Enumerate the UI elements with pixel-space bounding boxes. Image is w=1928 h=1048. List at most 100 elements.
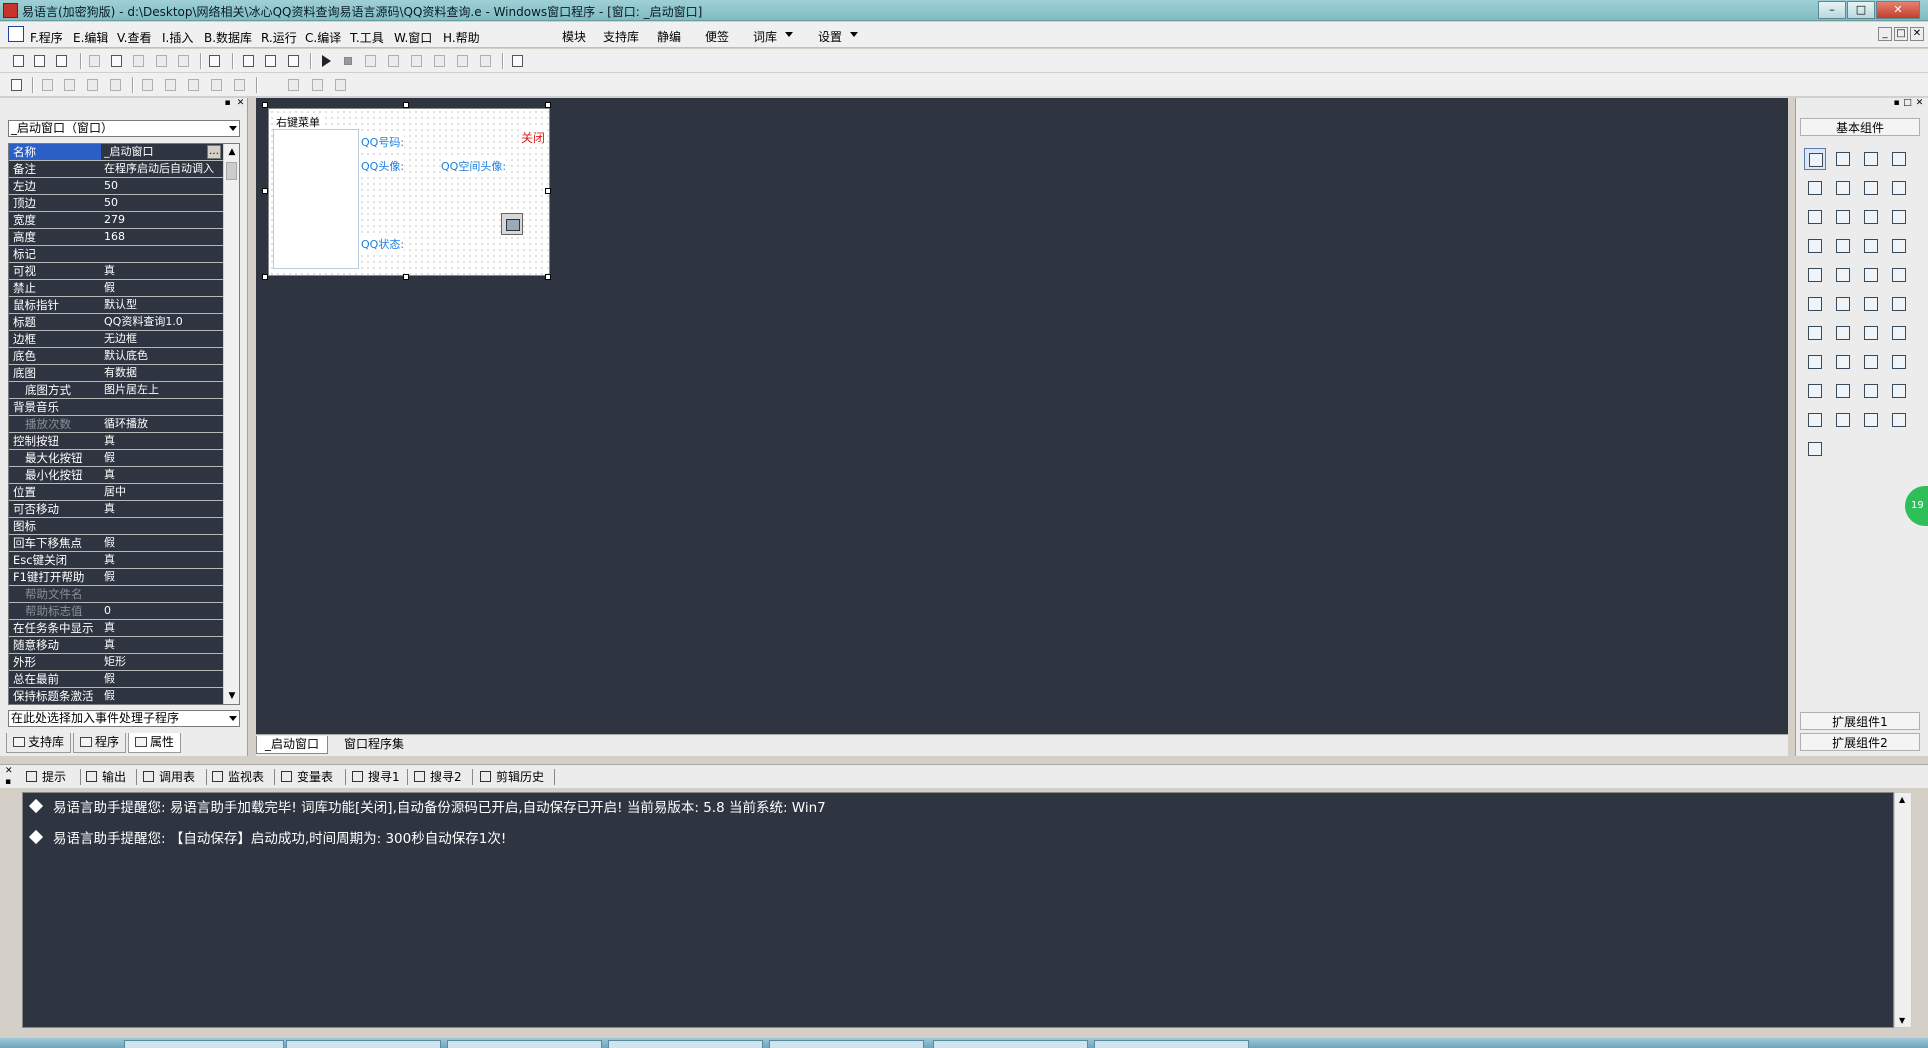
property-value[interactable]: 默认型 — [102, 297, 232, 313]
property-row[interactable]: 随意移动真 — [9, 637, 232, 654]
component-icon[interactable] — [1804, 351, 1826, 373]
qq-avatar-label[interactable]: QQ头像: — [361, 158, 405, 174]
property-value[interactable]: 有数据 — [102, 365, 232, 381]
qq-space-avatar-label[interactable]: QQ空间头像: — [441, 158, 507, 174]
property-row[interactable]: 备注 在程序启动后自动调入 — [9, 161, 232, 178]
space-vertical-icon[interactable] — [209, 77, 225, 93]
property-row[interactable]: 标记 — [9, 246, 232, 263]
stop-icon[interactable] — [340, 53, 356, 69]
tab-variables[interactable]: 变量表 — [281, 768, 333, 786]
resize-handle[interactable] — [262, 188, 268, 194]
property-scrollbar[interactable]: ▲ ▼ — [223, 144, 239, 704]
menu-support-lib[interactable]: 支持库 — [603, 28, 639, 45]
scroll-thumb[interactable] — [226, 162, 237, 180]
menu-notes[interactable]: 便签 — [705, 28, 729, 45]
menu-static-compile[interactable]: 静编 — [657, 28, 681, 45]
component-icon[interactable] — [1804, 409, 1826, 431]
qq-status-label[interactable]: QQ状态: — [361, 236, 405, 252]
toolbox-close-button[interactable]: ✕ — [1914, 99, 1925, 110]
component-icon[interactable] — [1832, 322, 1854, 344]
run-to-cursor-icon[interactable] — [432, 53, 448, 69]
component-icon[interactable] — [1888, 148, 1910, 170]
property-row[interactable]: 高度 168 — [9, 229, 232, 246]
breakpoint-icon[interactable] — [455, 53, 471, 69]
property-value[interactable]: 矩形 — [102, 654, 232, 670]
component-icon[interactable] — [1804, 380, 1826, 402]
assistant-badge[interactable]: 19 — [1905, 486, 1928, 526]
component-icon[interactable] — [1888, 206, 1910, 228]
property-value[interactable]: 无边框 — [102, 331, 232, 347]
property-value[interactable]: 居中 — [102, 484, 232, 500]
scroll-up-icon[interactable]: ▲ — [1899, 795, 1905, 804]
pointer-tool-icon[interactable] — [1804, 148, 1826, 170]
same-height-icon[interactable] — [310, 77, 326, 93]
property-value[interactable]: 50 — [102, 195, 232, 211]
image-box-icon[interactable] — [501, 213, 523, 235]
copy-icon[interactable] — [109, 53, 125, 69]
menu-listbox[interactable] — [273, 129, 359, 269]
save-icon[interactable] — [54, 53, 70, 69]
component-icon[interactable] — [1860, 409, 1882, 431]
tab-window-assembly[interactable]: 窗口程序集 — [336, 736, 412, 754]
resize-handle[interactable] — [262, 102, 268, 108]
step-over-icon[interactable] — [386, 53, 402, 69]
component-icon[interactable] — [1888, 177, 1910, 199]
layout-2-icon[interactable] — [263, 53, 279, 69]
align-bottom-icon[interactable] — [108, 77, 124, 93]
menu-insert[interactable]: I.插入 — [162, 29, 193, 46]
component-icon[interactable] — [1860, 206, 1882, 228]
tab-clipboard-history[interactable]: 剪辑历史 — [480, 768, 544, 786]
redo-icon[interactable] — [176, 53, 192, 69]
component-icon[interactable] — [1888, 351, 1910, 373]
menu-tools[interactable]: T.工具 — [350, 29, 384, 46]
component-icon[interactable] — [1832, 148, 1854, 170]
document-icon[interactable] — [8, 26, 24, 42]
cut-icon[interactable] — [87, 53, 103, 69]
property-row[interactable]: 总在最前假 — [9, 671, 232, 688]
component-icon[interactable] — [1832, 235, 1854, 257]
taskbar-item[interactable] — [286, 1040, 441, 1048]
property-value[interactable]: 真 — [102, 501, 232, 517]
form-close-label[interactable]: 关闭 — [520, 129, 545, 146]
panel-close-button[interactable]: ✕ — [235, 99, 246, 110]
property-value[interactable] — [102, 246, 232, 262]
find-icon[interactable] — [207, 53, 223, 69]
property-value[interactable] — [102, 399, 232, 415]
binoculars-icon[interactable] — [510, 53, 526, 69]
output-close-icon[interactable]: ✕ — [5, 766, 13, 776]
property-value[interactable]: 图片居左上 — [102, 382, 232, 398]
property-value[interactable]: 0 — [102, 603, 232, 619]
component-icon[interactable] — [1804, 293, 1826, 315]
property-value[interactable]: 假 — [102, 450, 232, 466]
same-width-icon[interactable] — [286, 77, 302, 93]
same-dimensions-icon[interactable] — [333, 77, 349, 93]
layout-3-icon[interactable] — [286, 53, 302, 69]
menu-view[interactable]: V.查看 — [117, 29, 151, 46]
property-row[interactable]: 帮助标志值 0 — [9, 603, 232, 620]
ellipsis-button[interactable]: … — [207, 145, 221, 159]
undo-icon[interactable] — [154, 53, 170, 69]
tab-search-2[interactable]: 搜寻2 — [414, 768, 462, 786]
taskbar-item[interactable] — [608, 1040, 763, 1048]
component-icon[interactable] — [1888, 293, 1910, 315]
component-icon[interactable] — [1860, 380, 1882, 402]
grid-icon[interactable] — [9, 77, 25, 93]
form-window[interactable]: 右键菜单 QQ号码: QQ头像: QQ空间头像: QQ状态: 关闭 — [268, 108, 550, 276]
resize-handle[interactable] — [545, 188, 551, 194]
menu-window[interactable]: W.窗口 — [394, 29, 432, 46]
component-icon[interactable] — [1860, 322, 1882, 344]
property-row[interactable]: 底色 默认底色 — [9, 348, 232, 365]
tab-properties[interactable]: 属性 — [128, 733, 182, 753]
property-value[interactable]: 真 — [102, 552, 232, 568]
panel-pin-button[interactable]: ▪ — [222, 99, 233, 110]
property-row[interactable]: 禁止假 — [9, 280, 232, 297]
property-row[interactable]: 保持标题条激活假 — [9, 688, 232, 704]
component-icon[interactable] — [1860, 235, 1882, 257]
property-row[interactable]: 背景音乐 — [9, 399, 232, 416]
property-row[interactable]: 最大化按钮假 — [9, 450, 232, 467]
align-top-icon[interactable] — [85, 77, 101, 93]
component-icon[interactable] — [1804, 177, 1826, 199]
resize-handle[interactable] — [262, 274, 268, 280]
component-icon[interactable] — [1832, 206, 1854, 228]
menu-compile[interactable]: C.编译 — [305, 29, 341, 46]
